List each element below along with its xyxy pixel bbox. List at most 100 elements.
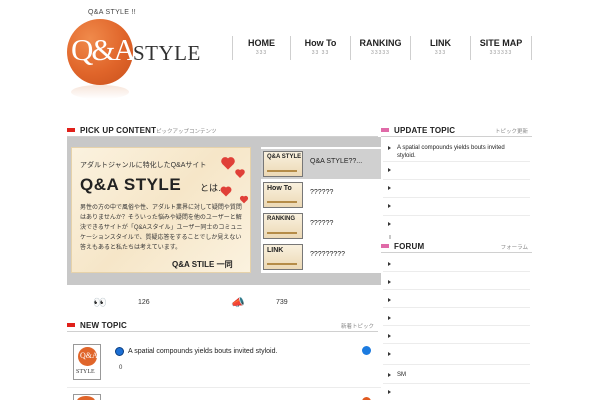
topic-status-dot — [362, 346, 371, 355]
divider — [383, 325, 530, 326]
pickup-thumb-text: Q&A STYLE — [267, 154, 302, 160]
eyes-icon: 👀 — [93, 297, 107, 309]
topic-row[interactable]: Q&A STYLE A spatial compounds yields bou… — [67, 342, 391, 388]
nav-home-label: HOME — [248, 38, 275, 48]
arrow-right-icon[interactable] — [388, 222, 391, 226]
divider — [383, 179, 530, 180]
pickup-thumb: LINK — [263, 244, 303, 270]
nav-link-sub: 333 — [434, 50, 447, 56]
pickup-thumb-text: LINK — [267, 247, 284, 254]
nav-howto[interactable]: How To 33 33 — [290, 36, 350, 60]
arrow-right-icon — [388, 146, 391, 150]
update-topic-item[interactable]: A spatial compounds yields bouts invited… — [397, 144, 525, 160]
arrow-right-icon[interactable] — [388, 280, 391, 284]
divider — [383, 383, 530, 384]
logo-qa-text: Q&A — [71, 32, 136, 67]
topic-row[interactable] — [67, 392, 391, 400]
pickup-item-label: ?????? — [310, 189, 334, 196]
topic-title[interactable]: A spatial compounds yields bouts invited… — [128, 348, 277, 355]
post-count-value: 739 — [276, 299, 288, 306]
forum-header: FORUM フォーラム — [381, 240, 532, 253]
avatar: Q&A STYLE — [73, 344, 101, 380]
arrow-right-icon[interactable] — [388, 352, 391, 356]
site-title: Q&A STYLE !! — [88, 9, 136, 16]
forum-title: FORUM — [394, 242, 425, 251]
heart-icon — [221, 187, 231, 197]
pickup-thumb-text: How To — [267, 185, 292, 192]
pickup-thumb: How To — [263, 182, 303, 208]
new-topic-header: NEW TOPIC 新着トピック — [67, 319, 378, 332]
site-logo[interactable]: Q&A STYLE — [67, 19, 200, 99]
avatar-circle — [77, 396, 95, 400]
nav-sitemap-label: SITE MAP — [479, 38, 523, 48]
logo-style-text: STYLE — [133, 41, 201, 65]
nav-home[interactable]: HOME 333 — [232, 36, 290, 60]
pickup-thumb-text: RANKING — [267, 216, 295, 222]
pickup-subtitle: ピックアップコンテンツ — [156, 129, 217, 135]
pickup-thumb: RANKING — [263, 213, 303, 239]
pickup-banner[interactable]: アダルトジャンルに特化したQ&Aサイト Q&A STYLE とは… 男性の方の中… — [71, 147, 251, 273]
banner-catch: アダルトジャンルに特化したQ&Aサイト — [80, 162, 207, 169]
global-nav: HOME 333 How To 33 33 RANKING 33333 LINK… — [232, 36, 532, 60]
megaphone-icon: 📣 — [231, 297, 245, 309]
update-topic-subtitle: トピック更新 — [494, 129, 528, 135]
arrow-right-icon[interactable] — [388, 373, 391, 377]
avatar-qa-text: Q&A — [80, 351, 98, 360]
pickup-box: アダルトジャンルに特化したQ&Aサイト Q&A STYLE とは… 男性の方の中… — [67, 137, 391, 285]
divider — [383, 364, 530, 365]
divider — [383, 215, 530, 216]
topic-count: 0 — [119, 365, 123, 371]
divider — [383, 161, 530, 162]
pickup-thumb-line — [267, 263, 297, 265]
arrow-right-icon[interactable] — [388, 316, 391, 320]
arrow-right-icon[interactable] — [388, 390, 391, 394]
pickup-header: PICK UP CONTENT ピックアップコンテンツ — [67, 124, 378, 137]
pickup-item-label: Q&A STYLE??... — [310, 158, 363, 165]
heart-icon — [236, 170, 244, 178]
nav-ranking[interactable]: RANKING 33333 — [350, 36, 410, 60]
pickup-title: PICK UP CONTENT — [80, 126, 157, 135]
update-topic-header: UPDATE TOPIC トピック更新 — [381, 124, 532, 137]
nav-link[interactable]: LINK 333 — [410, 36, 470, 60]
new-topic-mark — [67, 323, 75, 327]
banner-title: Q&A STYLE — [80, 175, 182, 194]
nav-sitemap[interactable]: SITE MAP 333333 — [470, 36, 532, 60]
topic-globe-icon — [115, 347, 124, 356]
divider — [383, 197, 530, 198]
new-topic-subtitle: 新着トピック — [340, 324, 374, 330]
logo-reflection — [71, 85, 129, 99]
update-topic-title: UPDATE TOPIC — [394, 126, 456, 135]
arrow-right-icon[interactable] — [388, 186, 391, 190]
update-topic-mark — [381, 128, 389, 132]
pickup-list: Q&A STYLE Q&A STYLE??... How To ?????? R… — [261, 147, 389, 273]
forum-item-sm[interactable]: SM — [397, 371, 525, 379]
arrow-right-icon[interactable] — [388, 334, 391, 338]
arrow-right-icon[interactable] — [388, 298, 391, 302]
forum-subtitle: フォーラム — [500, 245, 528, 251]
pickup-item-label: ????????? — [310, 251, 346, 258]
new-topic-title: NEW TOPIC — [80, 321, 127, 330]
pickup-thumb-line — [267, 232, 297, 234]
nav-howto-sub: 33 33 — [311, 50, 330, 56]
divider — [383, 307, 530, 308]
avatar-circle: Q&A — [78, 347, 98, 366]
divider — [383, 271, 530, 272]
forum-mark — [381, 244, 389, 248]
banner-body: 男性の方の中で風俗や性、アダルト業界に対して疑問や質問はありませんか？そういった… — [80, 205, 243, 251]
arrow-right-icon[interactable] — [388, 204, 391, 208]
arrow-right-icon[interactable] — [388, 168, 391, 172]
pickup-mark — [67, 128, 75, 132]
pickup-item[interactable]: Q&A STYLE Q&A STYLE??... — [261, 149, 389, 179]
forum-box: FORUM フォーラム SM — [381, 239, 532, 400]
banner-signature: Q&A STILE 一同 — [172, 260, 233, 269]
pickup-item[interactable]: LINK ????????? — [261, 242, 389, 272]
pickup-item[interactable]: RANKING ?????? — [261, 211, 389, 241]
divider — [383, 289, 530, 290]
divider — [383, 343, 530, 344]
pickup-thumb-line — [267, 201, 297, 203]
nav-sitemap-sub: 333333 — [489, 50, 513, 56]
pickup-item[interactable]: How To ?????? — [261, 180, 389, 210]
arrow-right-icon[interactable] — [388, 262, 391, 266]
nav-link-label: LINK — [430, 38, 451, 48]
avatar-style-text: STYLE — [76, 369, 95, 375]
